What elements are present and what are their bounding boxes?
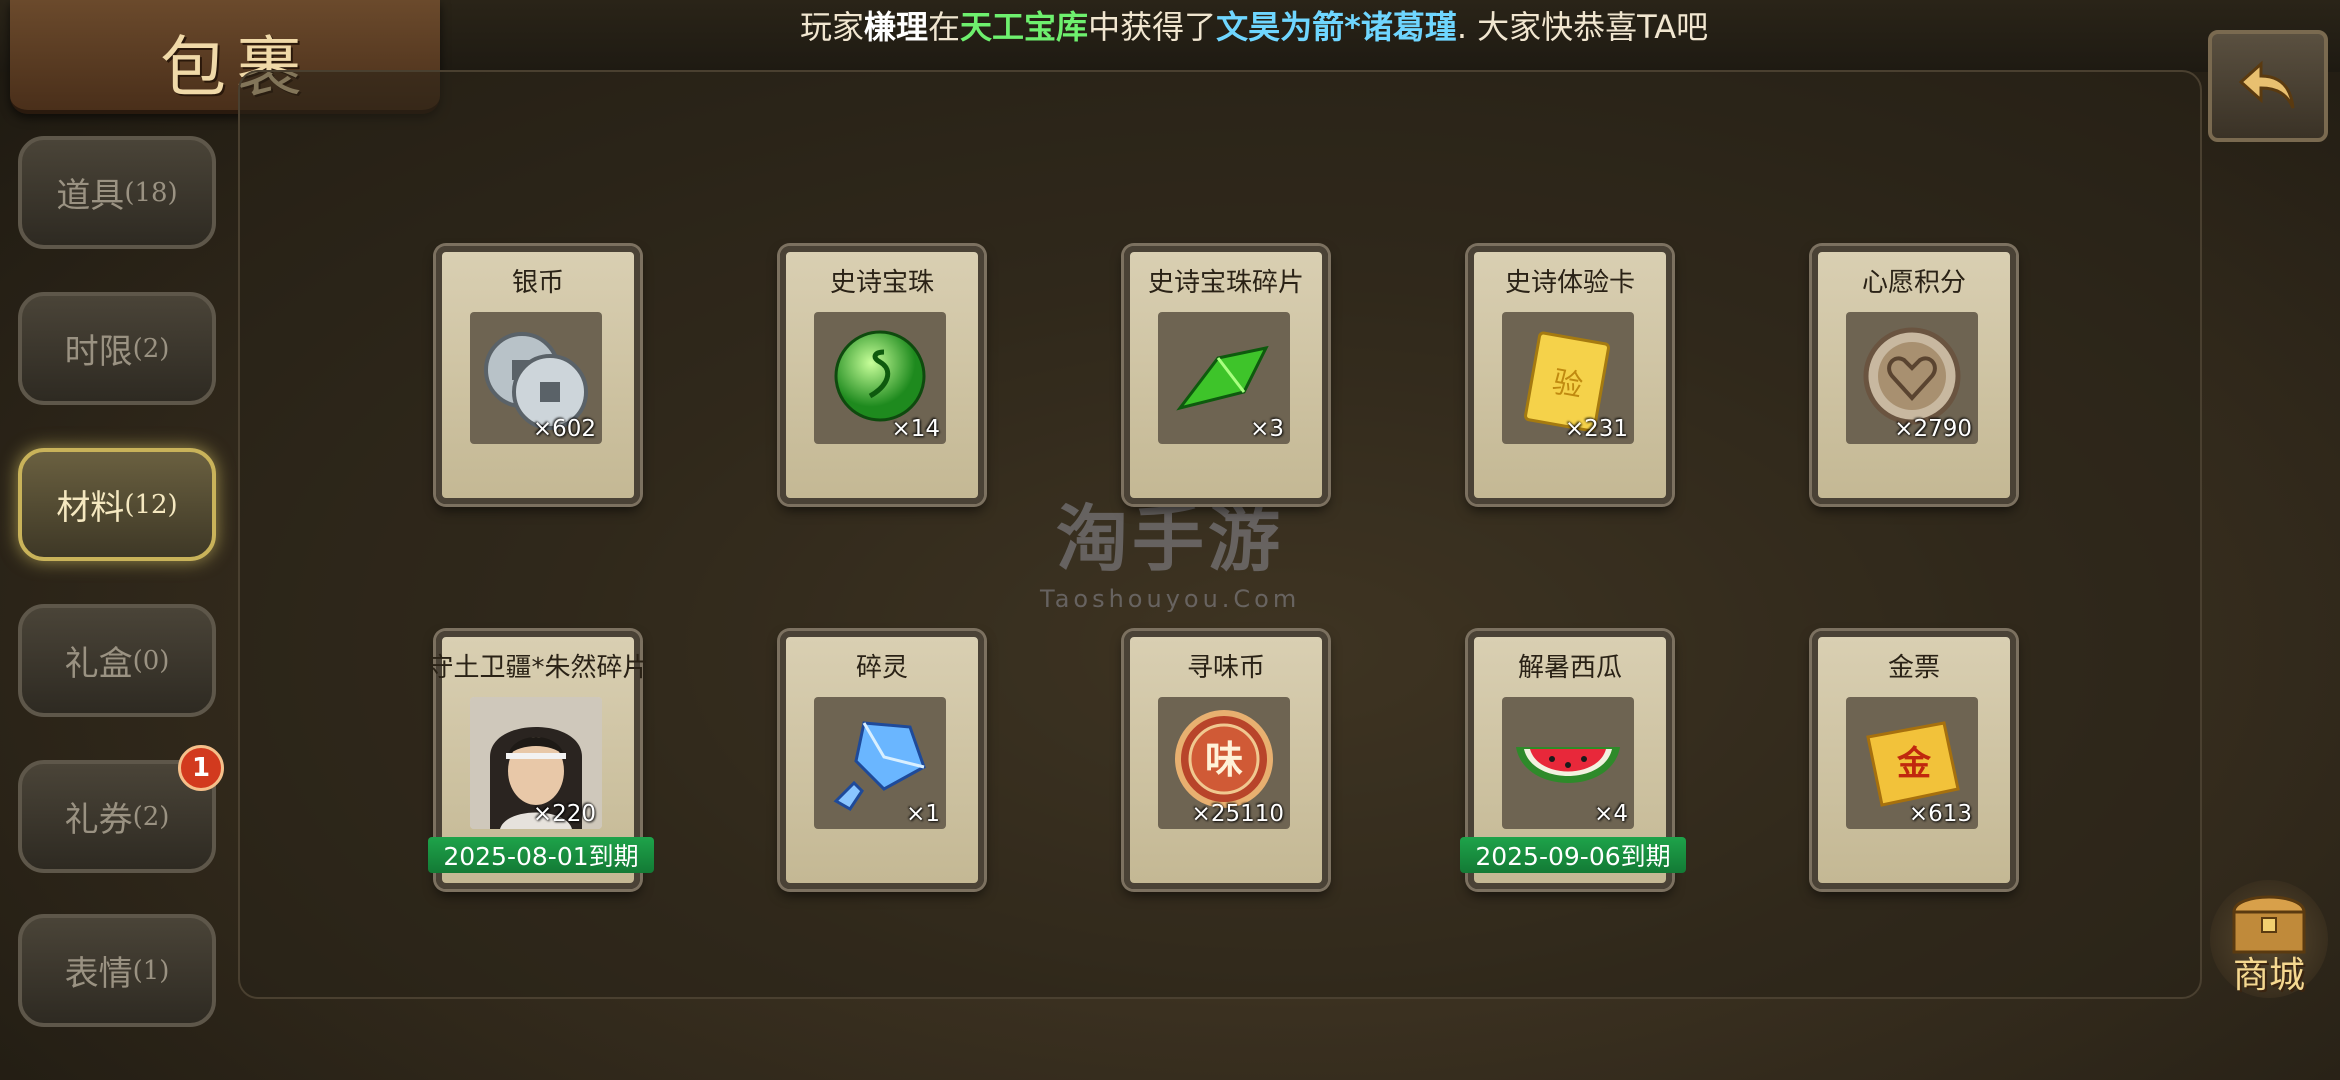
announce-suffix: . 大家快恭喜TA吧 [1456,8,1709,46]
announce-place: 天工宝库 [960,8,1089,46]
item-card[interactable]: 金票 金 ×613 [1812,631,2016,889]
expiry-label: 2025-09-06到期 [1460,837,1686,873]
shop-button[interactable]: 商城 [2210,880,2328,998]
item-card[interactable]: 银币 ×602 [436,246,640,504]
tab-materials[interactable]: 材料 (12) [18,448,216,561]
hero-portrait-icon: ×220 [470,697,602,829]
tab-count: (1) [132,955,170,986]
announce-item: 文昊为箭*诸葛瑾 [1216,8,1457,46]
item-quantity: ×2790 [1894,416,1972,442]
item-name: 碎灵 [855,653,908,683]
item-card[interactable]: 解暑西瓜 ×4 2025-09-06到期 [1460,631,1686,889]
announcement-ticker: 玩家槏理在天工宝库中获得了文昊为箭*诸葛瑾. 大家快恭喜TA吧 [800,2,1708,46]
announce-player: 槏理 [864,8,929,46]
item-name: 史诗宝珠 [829,268,934,298]
watermelon-icon: ×4 [1502,697,1634,829]
taste-coin-icon: 味 ×25110 [1158,697,1290,829]
item-quantity: ×14 [891,416,940,442]
item-quantity: ×231 [1564,416,1628,442]
item-quantity: ×4 [1594,801,1628,827]
green-orb-icon: ×14 [814,312,946,444]
tab-label: 礼券 [64,800,133,840]
notification-badge: 1 [178,745,224,791]
item-card[interactable]: 碎灵 ×1 [780,631,984,889]
announce-mid1: 在 [928,8,961,46]
item-name: 解暑西瓜 [1517,653,1622,683]
item-name: 银币 [511,268,564,298]
item-quantity: ×220 [532,801,596,827]
tab-emotes[interactable]: 表情 (1) [18,914,216,1027]
item-name: 金票 [1887,653,1940,683]
gold-card-icon: 验 ×231 [1502,312,1634,444]
heart-coin-icon: ×2790 [1846,312,1978,444]
tab-count: (0) [132,645,170,676]
announce-prefix: 玩家 [800,8,865,46]
svg-text:验: 验 [1550,365,1586,405]
item-card[interactable]: 史诗体验卡 验 ×231 [1468,246,1672,504]
tab-count: (2) [132,801,170,832]
item-quantity: ×25110 [1191,801,1284,827]
tab-count: (12) [124,489,178,520]
svg-text:味: 味 [1205,738,1243,782]
item-card[interactable]: 守土卫疆*朱然碎片 ×220 2025-08-01到期 [427,631,654,889]
green-shard-icon: ×3 [1158,312,1290,444]
tab-count: (2) [132,333,170,364]
gold-ticket-icon: 金 ×613 [1846,697,1978,829]
item-card[interactable]: 史诗宝珠碎片 ×3 [1124,246,1328,504]
item-card[interactable]: 史诗宝珠 ×14 [780,246,984,504]
item-quantity: ×602 [532,416,596,442]
blue-crystal-icon: ×1 [814,697,946,829]
expiry-label: 2025-08-01到期 [428,837,654,873]
tab-label: 材料 [56,488,125,528]
silver-coin-icon: ×602 [470,312,602,444]
announce-mid2: 中获得了 [1088,8,1217,46]
watermark-url: Taoshouyou.Com [1040,585,1301,613]
item-quantity: ×1 [906,801,940,827]
item-name: 寻味币 [1186,653,1265,683]
item-quantity: ×3 [1250,416,1284,442]
tab-label: 表情 [64,954,133,994]
item-card[interactable]: 寻味币 味 ×25110 [1124,631,1328,889]
back-button[interactable] [2208,30,2328,142]
svg-text:金: 金 [1896,744,1932,784]
tab-label: 礼盒 [64,644,133,684]
tab-gift-boxes[interactable]: 礼盒 (0) [18,604,216,717]
item-name: 史诗宝珠碎片 [1147,268,1304,298]
item-quantity: ×613 [1908,801,1972,827]
item-name: 心愿积分 [1861,268,1966,298]
tab-count: (18) [124,177,178,208]
tab-items[interactable]: 道具 (18) [18,136,216,249]
item-name: 守土卫疆*朱然碎片 [427,653,649,683]
treasure-chest-icon [2232,895,2306,954]
tab-label: 时限 [64,332,133,372]
item-name: 史诗体验卡 [1504,268,1635,298]
tab-timed[interactable]: 时限 (2) [18,292,216,405]
tab-label: 道具 [56,176,125,216]
back-arrow-icon [2238,60,2295,109]
item-card[interactable]: 心愿积分 ×2790 [1812,246,2016,504]
